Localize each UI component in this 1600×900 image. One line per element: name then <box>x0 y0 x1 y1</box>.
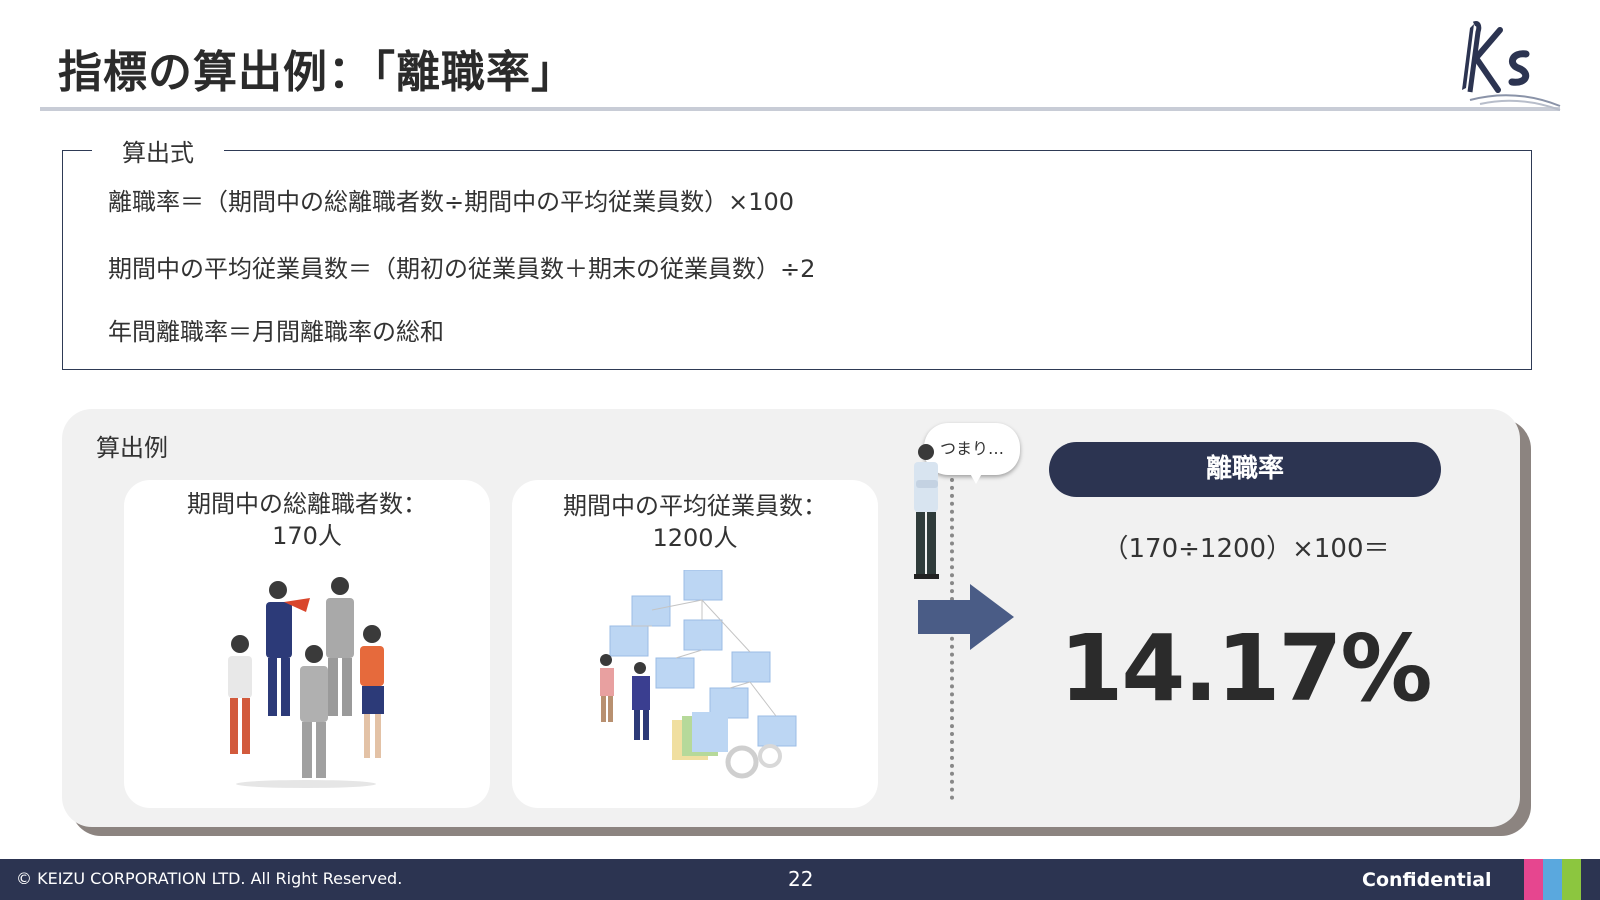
speech-bubble-tail <box>968 470 984 484</box>
footer-stripe-pink <box>1524 859 1543 900</box>
card-value: 1200人 <box>652 524 738 552</box>
card-average-employees: 期間中の平均従業員数： 1200人 <box>512 480 878 808</box>
card-value: 170人 <box>272 522 342 550</box>
right-arrow-icon <box>918 584 1014 650</box>
card-resignations: 期間中の総離職者数： 170人 <box>124 480 490 808</box>
page-number: 22 <box>788 867 814 891</box>
footer-stripe-blue <box>1543 859 1562 900</box>
footer-copyright: © KEIZU CORPORATION LTD. All Right Reser… <box>16 869 403 888</box>
calculation-text: （170÷1200）×100＝ <box>1102 534 1390 564</box>
example-label: 算出例 <box>96 434 168 462</box>
footer-bar: © KEIZU CORPORATION LTD. All Right Reser… <box>0 859 1600 900</box>
result-title-pill: 離職率 <box>1049 442 1441 497</box>
card-title: 期間中の総離職者数： <box>187 490 427 518</box>
page-title: 指標の算出例：「離職率」 <box>58 47 576 98</box>
footer-stripe-green <box>1562 859 1581 900</box>
formula-line-turnover: 離職率＝（期間中の総離職者数÷期間中の平均従業員数）×100 <box>108 188 795 216</box>
title-divider <box>40 107 1560 111</box>
org-chart-illustration <box>600 570 797 779</box>
formula-line-annual: 年間離職率＝月間離職率の総和 <box>108 318 444 346</box>
ks-logo <box>1462 21 1561 111</box>
confidential-label: Confidential <box>1362 869 1492 891</box>
result-value: 14.17% <box>1059 615 1432 722</box>
businessman-icon <box>914 444 939 579</box>
formula-label: 算出式 <box>92 133 224 168</box>
formula-line-average: 期間中の平均従業員数＝（期初の従業員数＋期末の従業員数）÷2 <box>108 255 816 283</box>
people-group-illustration <box>228 577 384 788</box>
card-title: 期間中の平均従業員数： <box>563 492 827 520</box>
